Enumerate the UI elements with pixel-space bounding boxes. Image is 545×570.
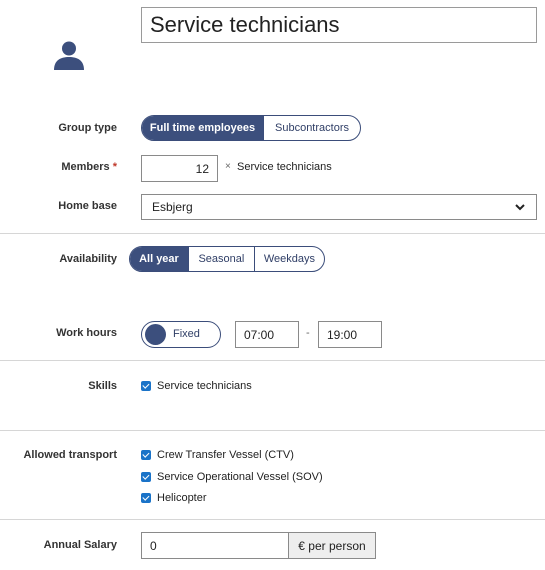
annual-salary-input[interactable]: 0 [141, 532, 289, 559]
skill-checkbox-row[interactable]: Service technicians [141, 380, 252, 392]
transport-checkbox-row[interactable]: Crew Transfer Vessel (CTV) [141, 449, 294, 461]
checkbox-checked[interactable] [141, 472, 151, 482]
section-divider [0, 519, 545, 520]
group-type-label: Group type [58, 122, 117, 134]
annual-salary-label: Annual Salary [43, 539, 117, 551]
group-type-option-full-time[interactable]: Full time employees [142, 116, 264, 140]
members-label-text: Members [61, 161, 110, 173]
members-unit: Service technicians [237, 161, 332, 173]
group-type-toggle: Full time employees Subcontractors [141, 115, 361, 141]
home-base-value: Esbjerg [152, 200, 193, 214]
home-base-select[interactable]: Esbjerg [141, 194, 537, 220]
transport-checkbox-row[interactable]: Service Operational Vessel (SOV) [141, 471, 323, 483]
checkbox-checked[interactable] [141, 493, 151, 503]
salary-unit-addon: € per person [288, 532, 376, 559]
skills-label: Skills [88, 380, 117, 392]
work-hours-end-input[interactable]: 19:00 [318, 321, 382, 348]
chevron-down-icon [515, 204, 525, 211]
checkbox-checked[interactable] [141, 450, 151, 460]
checkbox-checked[interactable] [141, 381, 151, 391]
availability-option-seasonal[interactable]: Seasonal [189, 247, 255, 271]
section-divider [0, 233, 545, 234]
section-divider [0, 430, 545, 431]
transport-checkbox-row[interactable]: Helicopter [141, 492, 207, 504]
work-hours-label: Work hours [56, 327, 117, 339]
required-marker: * [112, 161, 117, 173]
toggle-knob [145, 324, 166, 345]
group-type-option-subcontractors[interactable]: Subcontractors [264, 116, 360, 140]
group-name-input[interactable] [141, 7, 537, 43]
availability-option-weekdays[interactable]: Weekdays [255, 247, 324, 271]
multiplier-sign: × [225, 161, 231, 172]
availability-option-all-year[interactable]: All year [130, 247, 189, 271]
allowed-transport-label: Allowed transport [23, 449, 117, 461]
time-range-separator: - [306, 327, 310, 339]
user-icon [54, 41, 84, 70]
section-divider [0, 360, 545, 361]
members-label: Members * [0, 161, 117, 173]
transport-label-helicopter: Helicopter [157, 492, 207, 504]
work-hours-fixed-toggle[interactable]: Fixed [141, 321, 221, 348]
work-hours-start-input[interactable]: 07:00 [235, 321, 299, 348]
transport-label-sov: Service Operational Vessel (SOV) [157, 471, 323, 483]
availability-label: Availability [59, 253, 117, 265]
availability-toggle: All year Seasonal Weekdays [129, 246, 325, 272]
home-base-label: Home base [58, 200, 117, 212]
toggle-label: Fixed [173, 328, 200, 340]
members-count-input[interactable]: 12 [141, 155, 218, 182]
skill-label: Service technicians [157, 380, 252, 392]
transport-label-ctv: Crew Transfer Vessel (CTV) [157, 449, 294, 461]
